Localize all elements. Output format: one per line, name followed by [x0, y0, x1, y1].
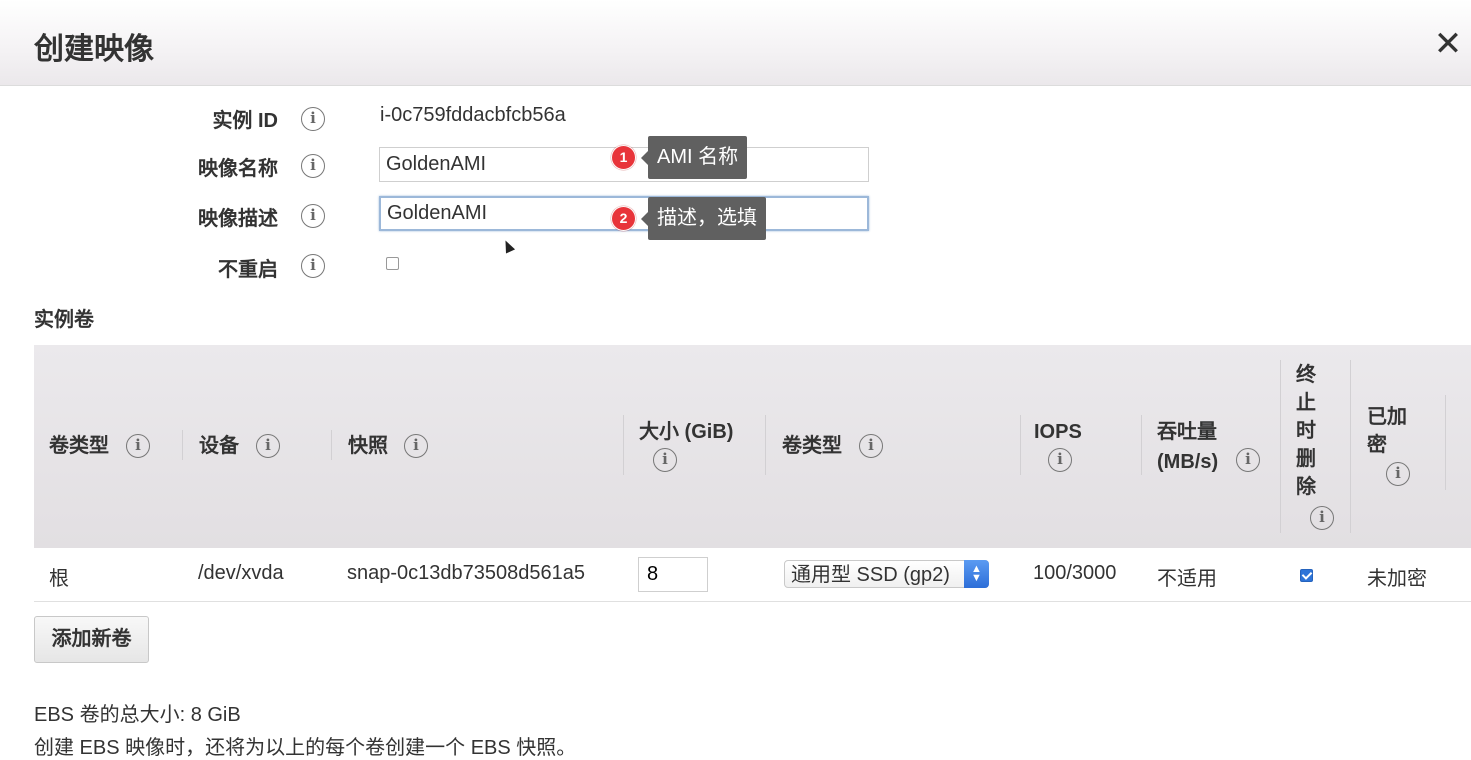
cell-volume-type: 根 — [49, 568, 69, 590]
header-size: 大小 (GiB) — [639, 421, 734, 443]
size-input[interactable] — [638, 557, 708, 592]
header-snapshot: 快照 — [348, 435, 388, 457]
header-throughput-unit: (MB/s) — [1157, 451, 1219, 473]
header-delete-char-5: 除 — [1296, 476, 1316, 498]
image-description-row: 映像描述 — [0, 200, 278, 236]
image-name-label: 映像名称 — [198, 158, 278, 180]
column-separator — [331, 430, 332, 460]
select-arrows-icon[interactable]: ▲ ▼ — [964, 560, 989, 588]
header-delete-char-2: 止 — [1296, 392, 1316, 414]
image-description-label: 映像描述 — [198, 208, 278, 230]
close-icon[interactable]: ✕ — [1430, 26, 1466, 62]
header-encrypted-line2: 密 — [1367, 434, 1387, 456]
annotation-tooltip-1: AMI 名称 — [640, 136, 748, 179]
no-reboot-label: 不重启 — [218, 259, 278, 281]
cell-snapshot: snap-0c13db73508d561a5 — [347, 562, 585, 584]
info-icon[interactable]: i — [301, 254, 325, 278]
delete-on-termination-checkbox[interactable] — [1300, 569, 1313, 582]
info-icon[interactable]: i — [859, 434, 883, 458]
column-separator — [1445, 395, 1446, 490]
header-encrypted: 已加 — [1367, 406, 1407, 428]
snapshot-note-text: 创建 EBS 映像时，还将为以上的每个卷创建一个 EBS 快照。 — [34, 737, 577, 759]
total-size-text: EBS 卷的总大小: 8 GiB — [34, 704, 241, 726]
info-icon[interactable]: i — [301, 154, 325, 178]
info-icon[interactable]: i — [653, 448, 677, 472]
info-icon[interactable]: i — [301, 107, 325, 131]
column-separator — [1280, 360, 1281, 533]
instance-id-label: 实例 ID — [212, 110, 278, 132]
header-delete-char-4: 删 — [1296, 448, 1316, 470]
header-volume-type: 卷类型 — [49, 435, 109, 457]
info-icon[interactable]: i — [1048, 448, 1072, 472]
header-iops: IOPS — [1034, 421, 1082, 443]
column-separator — [182, 430, 183, 460]
add-volume-button[interactable]: 添加新卷 — [34, 616, 149, 663]
cell-throughput: 不适用 — [1157, 568, 1217, 590]
header-delete-char-1: 终 — [1296, 364, 1316, 386]
instance-id-row: 实例 ID — [0, 100, 278, 136]
info-icon[interactable]: i — [1386, 462, 1410, 486]
table-row: 根 /dev/xvda snap-0c13db73508d561a5 通用型 S… — [34, 548, 1471, 602]
volumes-table-header: 卷类型 i 设备 i 快照 i 大小 (GiB) i 卷类型 i IOPS i … — [34, 345, 1471, 548]
instance-id-value: i-0c759fddacbfcb56a — [380, 104, 566, 126]
column-separator — [1020, 415, 1021, 475]
volume-type-select[interactable]: 通用型 SSD (gp2) ▲ ▼ — [784, 560, 989, 588]
cell-encrypted: 未加密 — [1367, 568, 1427, 590]
info-icon[interactable]: i — [256, 434, 280, 458]
info-icon[interactable]: i — [404, 434, 428, 458]
dialog-title: 创建映像 — [34, 33, 154, 66]
column-separator — [1141, 415, 1142, 475]
annotation-badge-2: 2 — [611, 206, 636, 231]
header-throughput: 吞吐量 — [1157, 421, 1217, 443]
header-ebs-volume-type: 卷类型 — [782, 435, 842, 457]
annotation-badge-1: 1 — [611, 145, 636, 170]
no-reboot-checkbox[interactable] — [386, 257, 399, 270]
header-device: 设备 — [199, 435, 239, 457]
info-icon[interactable]: i — [1310, 506, 1334, 530]
volumes-section-title: 实例卷 — [34, 309, 94, 331]
annotation-tooltip-2: 描述，选填 — [641, 197, 766, 240]
info-icon[interactable]: i — [301, 204, 325, 228]
mouse-cursor-icon — [500, 238, 516, 254]
header-delete-char-3: 时 — [1296, 420, 1316, 442]
cell-iops: 100/3000 — [1033, 562, 1117, 584]
info-icon[interactable]: i — [1236, 448, 1260, 472]
dialog-header: 创建映像 ✕ — [0, 0, 1471, 86]
info-icon[interactable]: i — [126, 434, 150, 458]
column-separator — [1350, 360, 1351, 533]
column-separator — [623, 415, 624, 475]
volume-type-select-value: 通用型 SSD (gp2) — [791, 564, 950, 586]
column-separator — [765, 415, 766, 475]
cell-device: /dev/xvda — [198, 562, 284, 584]
image-name-row: 映像名称 — [0, 150, 278, 186]
no-reboot-row: 不重启 — [0, 250, 278, 286]
